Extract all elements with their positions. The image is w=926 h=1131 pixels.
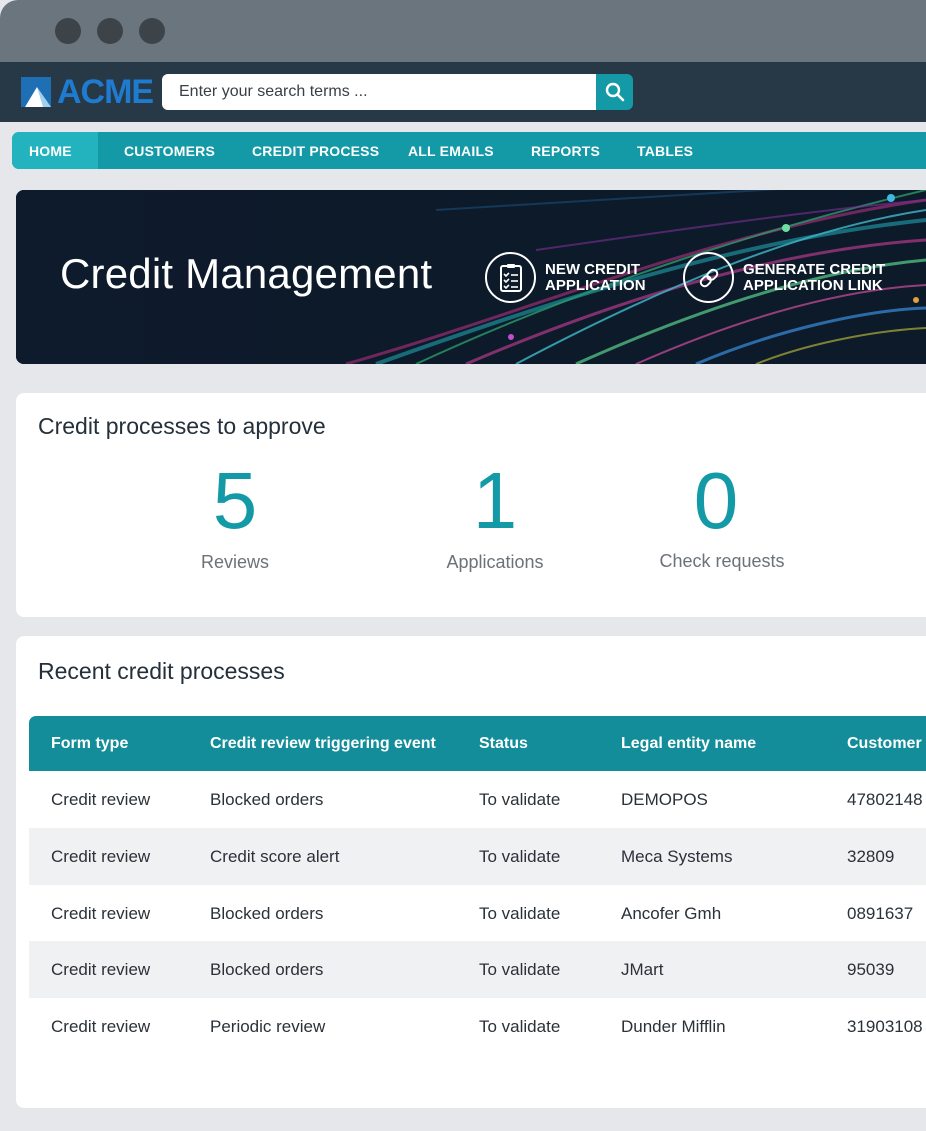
- cell-customer: 0891637: [847, 904, 914, 923]
- app-header: ACME: [0, 62, 926, 122]
- cell-form-type: Credit review: [51, 790, 151, 809]
- nav-item-reports[interactable]: REPORTS: [531, 132, 637, 169]
- acme-logo[interactable]: ACME: [21, 73, 154, 111]
- hero-banner: Credit Management NEW CREDIT APPLICATION: [16, 190, 926, 364]
- column-header-triggering-event[interactable]: Credit review triggering event: [210, 716, 436, 771]
- cell-triggering-event: Blocked orders: [210, 960, 324, 979]
- generate-credit-application-link-label: GENERATE CREDIT APPLICATION LINK: [743, 260, 886, 294]
- cell-customer: 32809: [847, 847, 895, 866]
- search-button[interactable]: [596, 74, 633, 110]
- cell-legal-entity: Dunder Mifflin: [621, 1017, 726, 1036]
- cell-form-type: Credit review: [51, 1017, 151, 1036]
- cell-status: To validate: [479, 960, 561, 979]
- table-row[interactable]: Credit review Blocked orders To validate…: [29, 941, 926, 998]
- cell-form-type: Credit review: [51, 847, 151, 866]
- reviews-label: Reviews: [200, 552, 270, 572]
- applications-count[interactable]: 1: [395, 461, 595, 541]
- column-header-legal-entity[interactable]: Legal entity name: [621, 716, 756, 771]
- generate-credit-application-link-button[interactable]: GENERATE CREDIT APPLICATION LINK: [683, 252, 903, 303]
- column-header-status[interactable]: Status: [479, 716, 528, 771]
- approve-card-title: Credit processes to approve: [38, 413, 326, 439]
- window-close-button[interactable]: [55, 18, 81, 44]
- nav-item-credit-process[interactable]: CREDIT PROCESS: [252, 132, 408, 169]
- cell-triggering-event: Credit score alert: [210, 847, 340, 866]
- nav-item-tables[interactable]: TABLES: [637, 132, 737, 169]
- new-credit-application-button[interactable]: NEW CREDIT APPLICATION: [485, 252, 695, 303]
- table-row[interactable]: Credit review Periodic review To validat…: [29, 998, 926, 1055]
- window-minimize-button[interactable]: [97, 18, 123, 44]
- table-row[interactable]: Credit review Blocked orders To validate…: [29, 771, 926, 828]
- cell-status: To validate: [479, 1017, 561, 1036]
- cell-status: To validate: [479, 847, 561, 866]
- cell-triggering-event: Periodic review: [210, 1017, 326, 1036]
- cell-form-type: Credit review: [51, 904, 151, 923]
- cell-legal-entity: Ancofer Gmh: [621, 904, 722, 923]
- cell-legal-entity: DEMOPOS: [621, 790, 708, 809]
- logo-mark-icon: [21, 77, 51, 107]
- page-title: Credit Management: [60, 250, 433, 297]
- cell-triggering-event: Blocked orders: [210, 790, 324, 809]
- table-row[interactable]: Credit review Credit score alert To vali…: [29, 828, 926, 885]
- main-nav: HOME CUSTOMERS CREDIT PROCESS ALL EMAILS…: [12, 132, 926, 169]
- cell-customer: 95039: [847, 960, 895, 979]
- approve-card: Credit processes to approve 5 Reviews 1 …: [16, 393, 926, 617]
- cell-customer: 47802148: [847, 790, 923, 809]
- cell-customer: 31903108: [847, 1017, 923, 1036]
- cell-triggering-event: Blocked orders: [210, 904, 324, 923]
- window-maximize-button[interactable]: [139, 18, 165, 44]
- column-header-customer[interactable]: Customer: [847, 716, 922, 771]
- window-titlebar: [0, 0, 926, 62]
- cell-legal-entity: Meca Systems: [621, 847, 733, 866]
- nav-item-all-emails[interactable]: ALL EMAILS: [408, 132, 531, 169]
- logo-text: ACME: [57, 73, 154, 111]
- applications-label: Applications: [446, 552, 544, 572]
- check-requests-label: Check requests: [659, 551, 785, 571]
- recent-card: Recent credit processes Form type Credit…: [16, 636, 926, 1108]
- nav-item-customers[interactable]: CUSTOMERS: [98, 132, 252, 169]
- check-requests-count[interactable]: 0: [616, 461, 816, 541]
- search-input[interactable]: [162, 74, 596, 110]
- column-header-form-type[interactable]: Form type: [51, 716, 128, 771]
- table-header: Form type Credit review triggering event…: [29, 716, 926, 771]
- cell-legal-entity: JMart: [621, 960, 664, 979]
- cell-status: To validate: [479, 790, 561, 809]
- reviews-count[interactable]: 5: [135, 461, 335, 541]
- nav-item-home[interactable]: HOME: [12, 132, 98, 169]
- cell-status: To validate: [479, 904, 561, 923]
- link-icon: [683, 252, 734, 303]
- cell-form-type: Credit review: [51, 960, 151, 979]
- search-icon: [605, 82, 624, 102]
- checklist-icon: [485, 252, 536, 303]
- table-row[interactable]: Credit review Blocked orders To validate…: [29, 885, 926, 942]
- new-credit-application-label: NEW CREDIT APPLICATION: [545, 260, 646, 294]
- recent-card-title: Recent credit processes: [38, 658, 285, 684]
